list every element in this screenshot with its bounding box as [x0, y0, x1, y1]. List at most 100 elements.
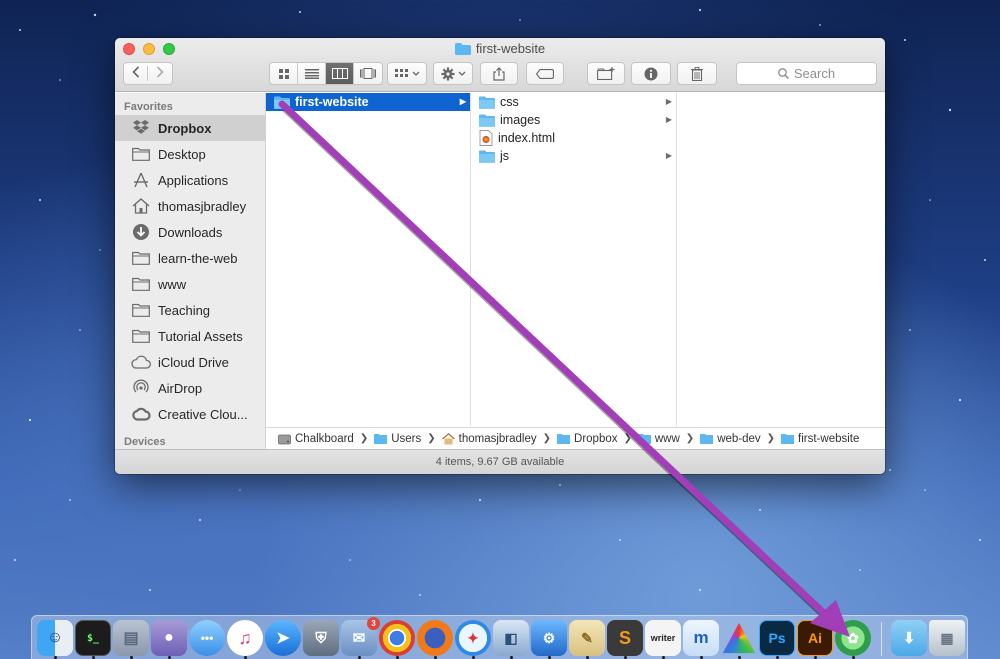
safari-icon[interactable]: ✦: [455, 620, 491, 656]
get-info-button[interactable]: [631, 62, 671, 85]
folder-icon: [479, 150, 495, 163]
icon-view-button[interactable]: [270, 63, 298, 84]
itunes-icon[interactable]: ♫: [227, 620, 263, 656]
column-item-css[interactable]: css ▶: [471, 93, 676, 111]
back-forward-buttons: [123, 62, 173, 85]
folder-icon: [131, 145, 151, 163]
sidebar-item-teaching[interactable]: Teaching: [115, 297, 265, 323]
search-placeholder: Search: [793, 66, 836, 81]
path-crumb-web-dev[interactable]: web-dev: [700, 433, 761, 445]
app-store-icon[interactable]: ➤: [265, 620, 301, 656]
action-button[interactable]: [433, 62, 473, 85]
path-crumb-chalkboard[interactable]: Chalkboard: [278, 433, 354, 445]
sequel-pro-icon[interactable]: ●: [151, 620, 187, 656]
folder-icon: [557, 434, 571, 444]
path-crumb-www[interactable]: www: [637, 433, 680, 445]
sidebar-item-downloads[interactable]: Downloads: [115, 219, 265, 245]
info-icon: [644, 67, 658, 80]
column-item-first-website[interactable]: first-website ▶: [266, 93, 470, 111]
path-separator-icon: ❯: [766, 433, 776, 444]
finder-icon[interactable]: ☺: [37, 620, 73, 656]
airdrop-icon: [131, 379, 151, 397]
security-shield-icon[interactable]: ⛨: [303, 620, 339, 656]
trash-icon: [691, 66, 703, 81]
search-field[interactable]: Search: [736, 62, 877, 85]
window-title: first-website: [115, 41, 885, 56]
sidebar-item-icloud-drive[interactable]: iCloud Drive: [115, 349, 265, 375]
messages-icon[interactable]: •••: [189, 620, 225, 656]
new-folder-button[interactable]: [587, 62, 625, 85]
path-crumb-home[interactable]: thomasjbradley: [441, 432, 537, 445]
ia-writer-icon[interactable]: writer: [645, 620, 681, 656]
disclosure-arrow-icon: ▶: [665, 151, 672, 160]
path-separator-icon: ❯: [427, 433, 436, 444]
sidebar-item-label: www: [158, 276, 187, 292]
column-item-js[interactable]: js ▶: [471, 147, 676, 165]
downloads-icon: [131, 223, 151, 241]
color-prism-icon[interactable]: [722, 622, 756, 654]
folder-icon: [637, 434, 651, 444]
sidebar-item-www[interactable]: www: [115, 271, 265, 297]
column-item-label: css: [500, 95, 519, 109]
mail-icon[interactable]: ✉ 3: [341, 617, 380, 656]
sidebar-item-label: Dropbox: [158, 120, 212, 136]
sidebar-item-creative-cloud[interactable]: Creative Clou...: [115, 401, 265, 427]
grid-icon: [278, 68, 289, 79]
back-button[interactable]: [124, 66, 148, 81]
column-item-images[interactable]: images ▶: [471, 111, 676, 129]
folder-icon: [479, 96, 495, 109]
preview-icon[interactable]: ▤: [113, 620, 149, 656]
columns-icon: [331, 68, 348, 79]
path-separator-icon: ❯: [542, 433, 552, 444]
illustrator-icon[interactable]: Ai: [797, 620, 833, 656]
window-title-text: first-website: [475, 41, 546, 56]
search-icon: [778, 68, 789, 79]
path-crumb-users[interactable]: Users: [374, 433, 421, 445]
sidebar-item-label: learn-the-web: [158, 250, 238, 266]
trash-icon[interactable]: ▦: [929, 620, 965, 656]
path-crumb-first-website[interactable]: first-website: [781, 433, 859, 445]
web-server-app-icon[interactable]: ✿: [835, 620, 871, 656]
chevron-left-icon: [131, 66, 139, 78]
forward-button[interactable]: [148, 66, 172, 81]
cover-flow-button[interactable]: [354, 63, 382, 84]
column-item-index-html[interactable]: index.html: [471, 129, 676, 147]
markdown-editor-icon[interactable]: m: [683, 620, 719, 656]
folder-icon: [374, 434, 388, 444]
trash-button[interactable]: [677, 62, 717, 85]
sidebar-item-airdrop[interactable]: AirDrop: [115, 375, 265, 401]
column-2: css ▶ images ▶ index.html js ▶: [471, 93, 677, 426]
folder-icon: [781, 434, 795, 444]
gear-icon: [441, 67, 454, 80]
terminal-icon[interactable]: $_: [75, 620, 111, 656]
share-button[interactable]: [480, 62, 518, 85]
column-view-button[interactable]: [326, 63, 354, 84]
chrome-icon[interactable]: [379, 620, 415, 656]
sidebar-item-learn-the-web[interactable]: learn-the-web: [115, 245, 265, 271]
favorites-heading: Favorites: [124, 101, 173, 113]
photoshop-icon[interactable]: Ps: [759, 620, 795, 656]
firefox-icon[interactable]: [417, 620, 453, 656]
status-bar: 4 items, 9.67 GB available: [115, 449, 885, 474]
sidebar-item-dropbox[interactable]: Dropbox: [115, 115, 265, 141]
image-capture-icon[interactable]: ◧: [493, 620, 529, 656]
downloads-stack-icon[interactable]: ⬇: [891, 620, 927, 656]
path-crumb-dropbox[interactable]: Dropbox: [557, 433, 617, 445]
notes-icon[interactable]: ✎: [569, 620, 605, 656]
sidebar-item-applications[interactable]: Applications: [115, 167, 265, 193]
share-icon: [493, 66, 505, 81]
cyberduck-icon[interactable]: ⚙: [531, 620, 567, 656]
sidebar-item-desktop[interactable]: Desktop: [115, 141, 265, 167]
path-crumb-label: thomasjbradley: [458, 432, 537, 445]
disclosure-arrow-icon: ▶: [459, 97, 466, 106]
chevron-down-icon: [458, 71, 465, 76]
arrange-button[interactable]: [387, 62, 427, 85]
edit-tags-button[interactable]: [526, 62, 564, 85]
sidebar-item-tutorial-assets[interactable]: Tutorial Assets: [115, 323, 265, 349]
devices-heading: Devices: [124, 436, 166, 448]
sidebar-item-label: Downloads: [158, 224, 223, 240]
sidebar-item-home[interactable]: thomasjbradley: [115, 193, 265, 219]
dropbox-icon: [131, 119, 151, 137]
sublime-text-icon[interactable]: S: [607, 620, 643, 656]
list-view-button[interactable]: [298, 63, 326, 84]
